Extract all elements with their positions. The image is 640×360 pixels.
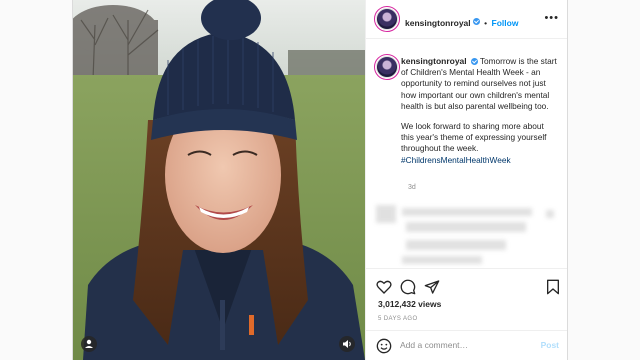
post-caption: kensingtonroyal Tomorrow is the start of… — [401, 56, 559, 175]
comment-input[interactable]: Add a comment… — [400, 340, 468, 350]
bookmark-icon[interactable] — [546, 279, 560, 295]
share-icon[interactable] — [424, 279, 440, 295]
follow-button[interactable]: Follow — [492, 18, 519, 28]
caption-text-2: We look forward to sharing more about th… — [401, 121, 547, 154]
separator-dot: • — [484, 18, 488, 28]
hashtag-link[interactable]: #ChildrensMentalHealthWeek — [401, 155, 511, 165]
more-icon[interactable]: ••• — [544, 12, 559, 24]
caption-paragraph-2: We look forward to sharing more about th… — [401, 121, 559, 166]
video-frame-illustration — [73, 0, 365, 360]
post-video[interactable] — [73, 0, 365, 360]
instagram-post: kensingtonroyal • Follow ••• kensingtonr… — [72, 0, 568, 360]
view-count[interactable]: 3,012,432 views — [378, 299, 441, 309]
caption-paragraph-1: kensingtonroyal Tomorrow is the start of… — [401, 56, 559, 112]
caption-username[interactable]: kensingtonroyal — [401, 56, 467, 66]
post-date: 5 DAYS AGO — [378, 316, 418, 322]
caption-time: 3d — [408, 184, 416, 191]
verified-badge-icon — [472, 18, 480, 26]
post-comment-button[interactable]: Post — [541, 340, 559, 350]
post-side-panel: kensingtonroyal • Follow ••• kensingtonr… — [365, 0, 567, 360]
comment-box: Add a comment… Post — [366, 330, 567, 360]
emoji-icon[interactable] — [376, 338, 392, 354]
header-username[interactable]: kensingtonroyal — [405, 18, 471, 28]
comment-icon[interactable] — [400, 279, 416, 295]
avatar[interactable] — [376, 8, 398, 30]
audio-icon[interactable] — [339, 336, 355, 352]
post-header: kensingtonroyal • Follow ••• — [366, 0, 567, 39]
header-meta: kensingtonroyal • Follow — [405, 13, 518, 31]
verified-badge-icon — [470, 58, 478, 66]
heart-icon[interactable] — [376, 279, 392, 295]
user-tag-icon[interactable] — [81, 336, 97, 352]
caption-avatar[interactable] — [376, 56, 398, 78]
